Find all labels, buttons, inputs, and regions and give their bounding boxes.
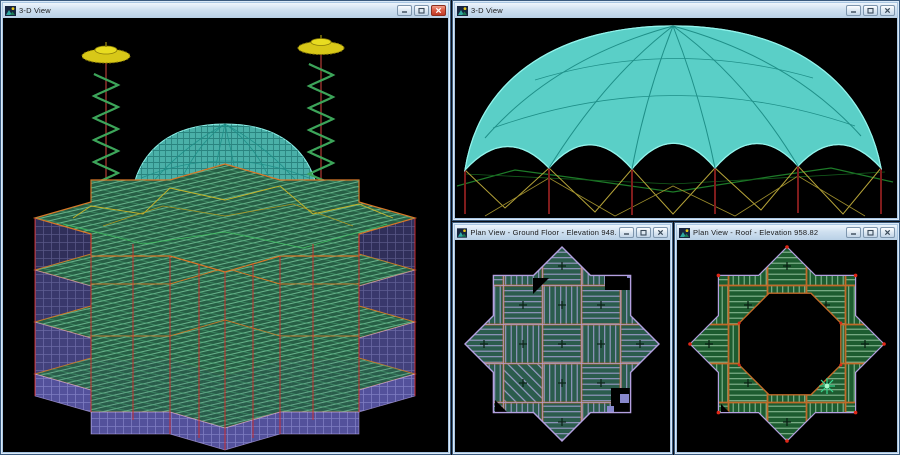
titlebar-3d-dome[interactable]: 3-D View	[455, 3, 897, 18]
window-3d-dome: 3-D View	[452, 0, 900, 221]
restore-button[interactable]	[863, 5, 878, 16]
restore-icon	[867, 7, 874, 14]
window-3d-main: 3-D View	[0, 0, 451, 455]
close-icon	[884, 229, 891, 236]
titlebar-plan-roof[interactable]: Plan View - Roof - Elevation 958.82	[677, 225, 897, 240]
viewport-plan-ground[interactable]	[455, 240, 670, 452]
minimize-icon	[850, 230, 857, 235]
window-title: Plan View - Ground Floor - Elevation 948…	[470, 228, 616, 237]
restore-icon	[640, 229, 647, 236]
titlebar-plan-ground[interactable]: Plan View - Ground Floor - Elevation 948…	[455, 225, 670, 240]
window-plan-ground: Plan View - Ground Floor - Elevation 948…	[452, 222, 673, 455]
minimize-button[interactable]	[846, 227, 861, 238]
view-window-icon	[457, 6, 468, 16]
close-button[interactable]	[880, 5, 895, 16]
mosque-3d-model	[3, 18, 448, 452]
window-plan-roof: Plan View - Roof - Elevation 958.82	[674, 222, 900, 455]
close-icon	[657, 229, 664, 236]
viewport-plan-roof[interactable]	[677, 240, 897, 452]
view-window-icon	[5, 6, 16, 16]
minimize-icon	[850, 8, 857, 13]
window-title: Plan View - Roof - Elevation 958.82	[693, 228, 818, 237]
viewport-3d-dome[interactable]	[455, 18, 897, 218]
close-button[interactable]	[880, 227, 895, 238]
close-button[interactable]	[653, 227, 668, 238]
minimize-button[interactable]	[397, 5, 412, 16]
restore-button[interactable]	[863, 227, 878, 238]
minimize-button[interactable]	[619, 227, 634, 238]
ground-floor-plan	[455, 240, 670, 452]
window-title: 3-D View	[19, 6, 51, 15]
minimize-button[interactable]	[846, 5, 861, 16]
viewport-3d-main[interactable]	[3, 18, 448, 452]
dome-3d-model	[455, 18, 897, 218]
restore-icon	[418, 7, 425, 14]
view-window-icon	[457, 228, 467, 238]
restore-button[interactable]	[414, 5, 429, 16]
titlebar-3d-main[interactable]: 3-D View	[3, 3, 448, 18]
close-icon	[435, 7, 442, 14]
close-icon	[884, 7, 891, 14]
view-window-icon	[679, 228, 690, 238]
roof-plan	[677, 240, 897, 452]
minimize-icon	[623, 230, 630, 235]
minimize-icon	[401, 8, 408, 13]
restore-icon	[867, 229, 874, 236]
selection-starburst-icon	[819, 378, 835, 394]
restore-button[interactable]	[636, 227, 651, 238]
close-button[interactable]	[431, 5, 446, 16]
window-title: 3-D View	[471, 6, 503, 15]
mdi-workspace: 3-D View	[0, 0, 900, 455]
